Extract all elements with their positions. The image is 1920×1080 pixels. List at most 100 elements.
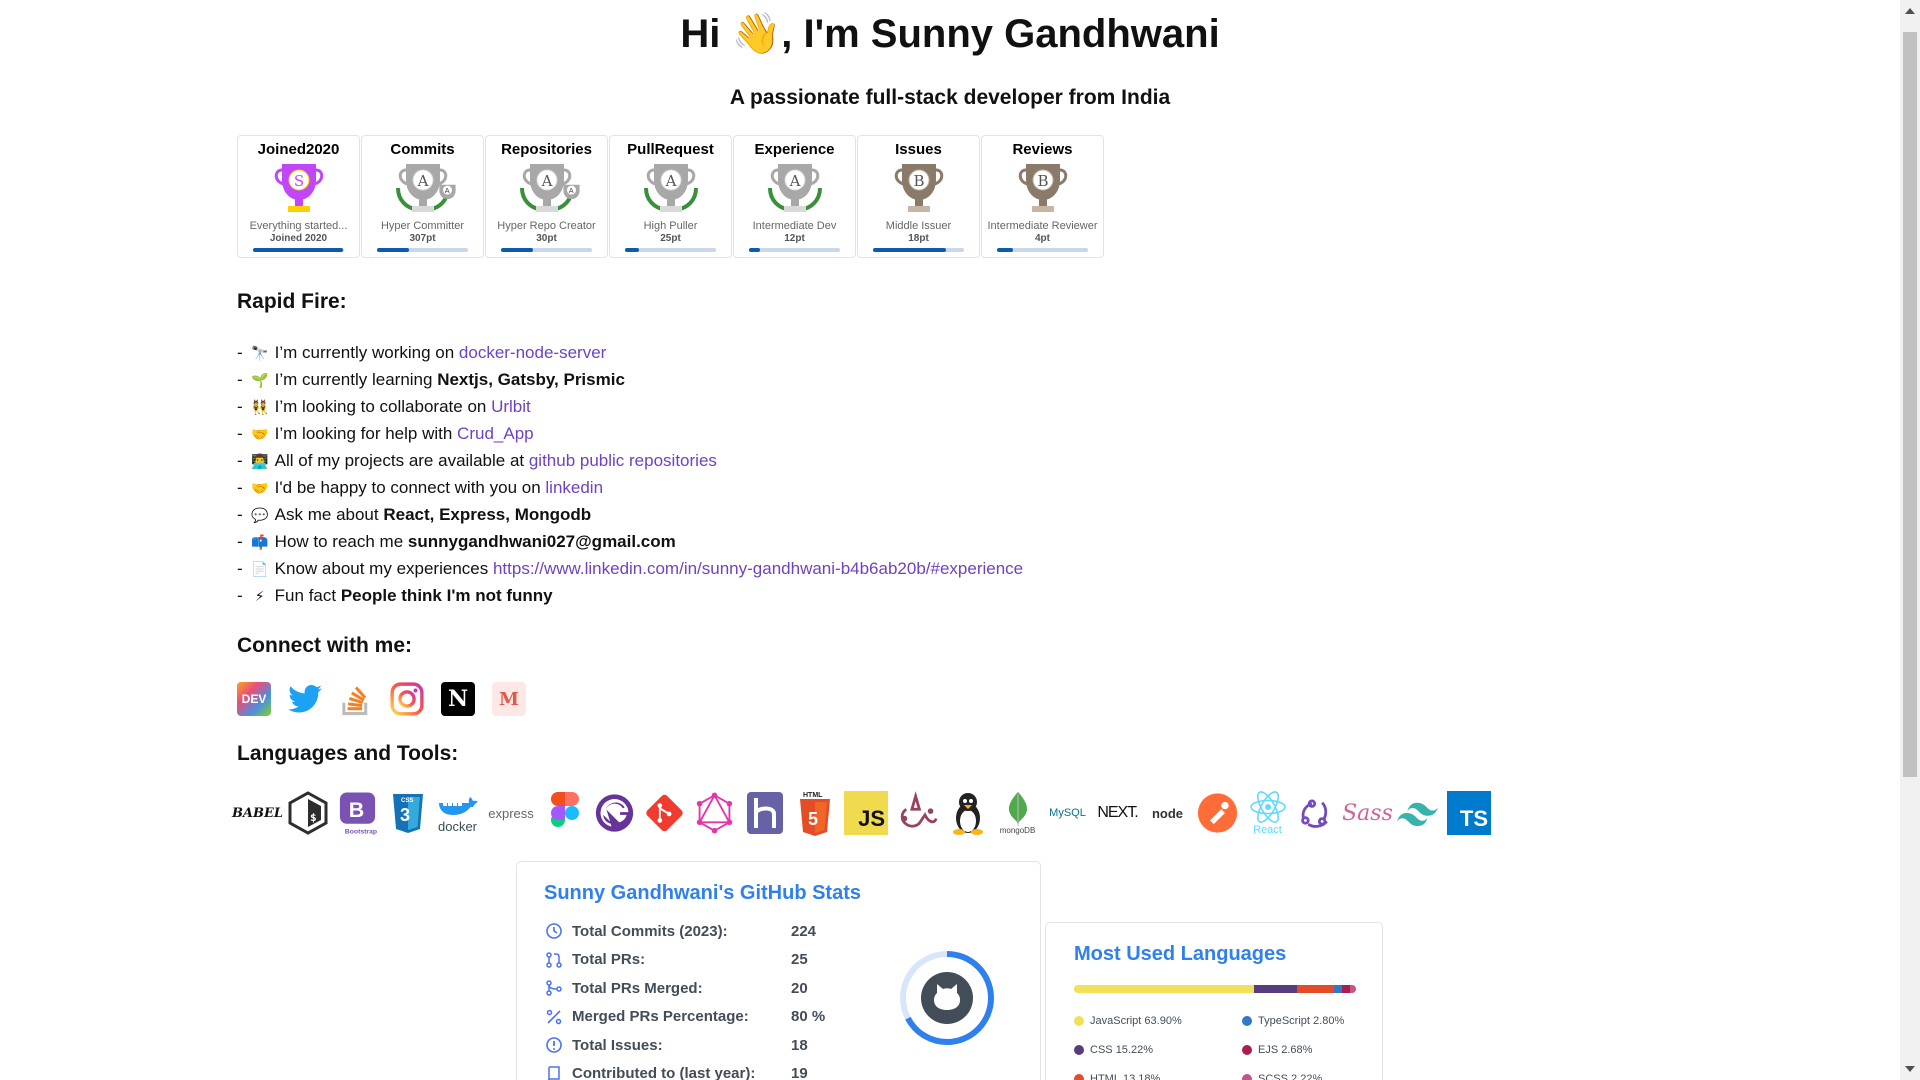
stat-value: 80 %: [791, 1008, 826, 1025]
docker-icon[interactable]: docker: [437, 790, 478, 836]
list-dash: -: [237, 559, 243, 578]
linux-icon[interactable]: [947, 790, 988, 836]
scroll-down-icon[interactable]: [1905, 1066, 1915, 1072]
language-legend-item: SCSS 2.22%: [1242, 1073, 1322, 1080]
nodejs-icon[interactable]: node: [1147, 790, 1188, 836]
greeting-text: Hi: [680, 12, 721, 56]
language-bar-segment: [1349, 985, 1356, 993]
tailwind-icon[interactable]: [1397, 790, 1438, 836]
item-link[interactable]: Urlbit: [491, 397, 531, 416]
name-text: , I'm Sunny Gandhwani: [781, 12, 1220, 56]
language-name: JavaScript: [1090, 1015, 1142, 1027]
trophy-progress-bar: [253, 248, 344, 252]
rapid-fire-item: - ⚡ Fun fact People think I'm not funny: [237, 582, 1023, 609]
scroll-up-icon[interactable]: [1905, 8, 1915, 14]
merge-icon: [544, 978, 564, 998]
trophy-title: Middle Issuer: [885, 220, 952, 232]
heroku-icon[interactable]: [744, 790, 785, 836]
redux-icon[interactable]: [1297, 790, 1338, 836]
git-icon[interactable]: [644, 790, 685, 836]
language-bar-segment: [1254, 985, 1298, 993]
nextjs-icon[interactable]: NEXT.: [1097, 790, 1138, 836]
react-icon[interactable]: React: [1247, 790, 1288, 836]
emoji-icon: 🔭: [250, 345, 269, 361]
readme-page: Hi 👋, I'm Sunny Gandhwani A passionate f…: [0, 0, 1900, 1080]
emoji-icon: 📄: [250, 561, 269, 577]
trophy-row[interactable]: Joined2020 S Everything started... Joine…: [237, 135, 1105, 258]
list-dash: -: [237, 451, 243, 470]
stackoverflow-icon[interactable]: [339, 682, 373, 716]
svg-text:B: B: [349, 798, 365, 822]
emoji-icon: 🤝: [250, 426, 269, 442]
mongodb-icon[interactable]: mongoDB: [997, 790, 1038, 836]
trophy-progress-bar: [625, 248, 716, 252]
typescript-icon[interactable]: TS: [1447, 791, 1491, 835]
stat-row: Contributed to (last year): 19: [544, 1063, 808, 1080]
trophy-card: Issues B Middle Issuer 18pt: [857, 135, 980, 258]
list-dash: -: [237, 478, 243, 497]
mysql-icon[interactable]: MySQL: [1047, 790, 1088, 836]
javascript-icon[interactable]: JS: [844, 791, 888, 835]
trophy-rank: A: [789, 172, 801, 190]
pull-request-icon: [544, 950, 564, 970]
dev-icon[interactable]: DEV: [237, 682, 271, 716]
language-bar-segment: [1074, 985, 1255, 993]
item-text: I’m looking to collaborate on: [274, 397, 492, 416]
trophy-points: 12pt: [784, 233, 805, 244]
list-dash: -: [237, 343, 243, 362]
language-legend-item: EJS 2.68%: [1242, 1044, 1312, 1056]
item-link[interactable]: linkedin: [545, 478, 603, 497]
stat-row: Total Issues: 18: [544, 1034, 808, 1056]
postman-icon[interactable]: [1197, 790, 1238, 836]
sass-icon[interactable]: Sass: [1342, 790, 1393, 836]
stat-label: Merged PRs Percentage:: [572, 1008, 749, 1025]
trophy-title: High Puller: [643, 220, 698, 232]
figma-icon[interactable]: [544, 790, 585, 836]
rapid-fire-heading: Rapid Fire:: [237, 290, 347, 313]
issue-icon: [544, 1035, 564, 1055]
tools-icons: BABEL $ B Bootstrap 3 CSS docker express H…: [232, 790, 1491, 836]
trophy-rank: S: [294, 172, 304, 190]
item-text: All of my projects are available at: [274, 451, 529, 470]
css3-label: CSS: [401, 798, 413, 804]
language-bar-segment: [1297, 985, 1335, 993]
item-link[interactable]: github public repositories: [529, 451, 717, 470]
css3-icon[interactable]: 3 CSS: [387, 790, 428, 836]
twitter-icon[interactable]: [288, 682, 322, 716]
graphql-icon[interactable]: [694, 790, 735, 836]
item-bold-text: sunnygandhwani027@gmail.com: [407, 532, 676, 551]
medium-icon[interactable]: M: [492, 682, 526, 716]
trophy-points: 25pt: [660, 233, 681, 244]
scrollbar-thumb[interactable]: [1903, 32, 1917, 777]
trophy-points: 4pt: [1035, 233, 1050, 244]
trophy-card: Reviews B Intermediate Reviewer 4pt: [981, 135, 1104, 258]
repo-icon: [544, 1064, 564, 1080]
babel-icon[interactable]: BABEL: [232, 790, 283, 836]
trophy-points: Joined 2020: [269, 233, 328, 244]
page-title: Hi 👋, I'm Sunny Gandhwani: [0, 10, 1900, 57]
item-link[interactable]: https://www.linkedin.com/in/sunny-gandhw…: [493, 559, 1023, 578]
hashnode-icon[interactable]: N: [441, 682, 475, 716]
language-dot-icon: [1074, 1045, 1084, 1055]
jest-icon[interactable]: [897, 790, 938, 836]
bash-icon[interactable]: $: [287, 790, 328, 836]
item-text: Fun fact: [274, 586, 341, 605]
emoji-icon: ⚡: [254, 588, 265, 604]
item-link[interactable]: Crud_App: [457, 424, 534, 443]
stat-row: Total PRs Merged: 20: [544, 977, 808, 999]
trophy-title: Hyper Committer: [380, 220, 465, 232]
express-icon[interactable]: express: [487, 790, 535, 836]
item-link[interactable]: docker-node-server: [459, 343, 606, 362]
language-dot-icon: [1074, 1074, 1084, 1080]
item-bold-text: React, Express, Mongodb: [383, 505, 592, 524]
list-dash: -: [237, 532, 243, 551]
item-text: Ask me about: [274, 505, 384, 524]
bootstrap-icon[interactable]: B Bootstrap: [337, 790, 378, 836]
stat-label: Contributed to (last year):: [572, 1065, 756, 1080]
instagram-icon[interactable]: [390, 682, 424, 716]
html5-icon[interactable]: HTML 5: [794, 790, 835, 836]
vertical-scrollbar[interactable]: [1900, 0, 1920, 1080]
list-dash: -: [237, 370, 243, 389]
language-percent: 15.22%: [1115, 1044, 1153, 1056]
gatsby-icon[interactable]: [594, 790, 635, 836]
